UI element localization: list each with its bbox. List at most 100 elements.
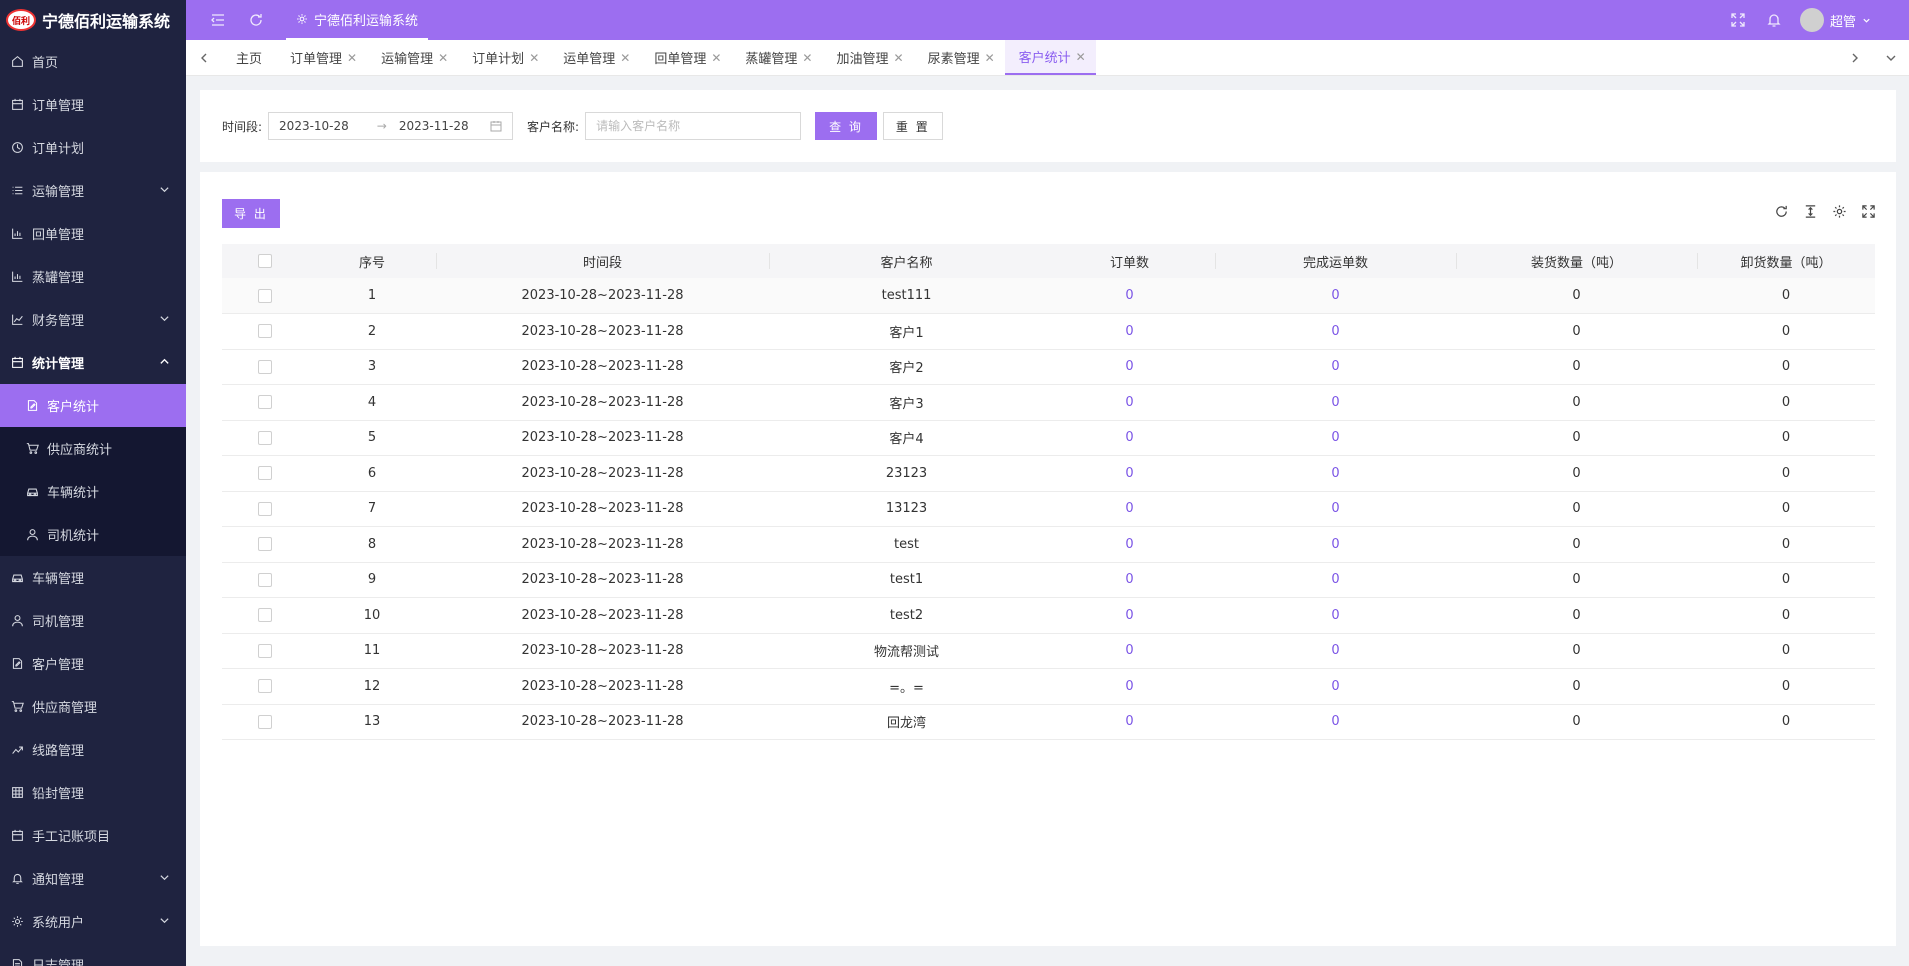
table-row[interactable]: 2 2023-10-28~2023-11-28 客户1 0 0 0 0 bbox=[222, 313, 1875, 350]
table-row[interactable]: 11 2023-10-28~2023-11-28 物流帮测试 0 0 0 0 bbox=[222, 633, 1875, 669]
table-row[interactable]: 6 2023-10-28~2023-11-28 23123 0 0 0 0 bbox=[222, 455, 1875, 492]
tab-5[interactable]: 回单管理 ✕ bbox=[640, 40, 731, 75]
close-icon[interactable]: ✕ bbox=[438, 51, 448, 65]
count-link[interactable]: 0 bbox=[1331, 608, 1339, 623]
bell-icon[interactable] bbox=[1764, 10, 1784, 30]
row-checkbox[interactable] bbox=[258, 608, 272, 623]
row-checkbox[interactable] bbox=[258, 466, 272, 481]
count-link[interactable]: 0 bbox=[1331, 572, 1339, 587]
row-checkbox[interactable] bbox=[258, 679, 272, 694]
tab-8[interactable]: 尿素管理 ✕ bbox=[914, 40, 1005, 75]
count-link[interactable]: 0 bbox=[1125, 430, 1133, 445]
count-link[interactable]: 0 bbox=[1125, 288, 1133, 303]
table-row[interactable]: 9 2023-10-28~2023-11-28 test1 0 0 0 0 bbox=[222, 562, 1875, 598]
sidebar-item-2[interactable]: 订单计划 bbox=[0, 126, 186, 169]
density-icon[interactable] bbox=[1803, 204, 1818, 219]
row-checkbox[interactable] bbox=[258, 643, 272, 658]
row-checkbox[interactable] bbox=[258, 288, 272, 303]
sidebar-item-3[interactable]: 运输管理 bbox=[0, 169, 186, 212]
table-row[interactable]: 8 2023-10-28~2023-11-28 test 0 0 0 0 bbox=[222, 526, 1875, 563]
sidebar-item-9[interactable]: 日志管理 bbox=[0, 943, 186, 966]
table-row[interactable]: 5 2023-10-28~2023-11-28 客户4 0 0 0 0 bbox=[222, 420, 1875, 456]
tabs-scroll-left-icon[interactable] bbox=[186, 40, 222, 75]
table-row[interactable]: 1 2023-10-28~2023-11-28 test111 0 0 0 0 bbox=[222, 278, 1875, 314]
submenu-item-3[interactable]: 司机统计 bbox=[0, 513, 186, 556]
count-link[interactable]: 0 bbox=[1331, 501, 1339, 516]
count-link[interactable]: 0 bbox=[1331, 537, 1339, 552]
count-link[interactable]: 0 bbox=[1125, 714, 1133, 729]
menu-fold-icon[interactable] bbox=[208, 10, 228, 30]
sidebar-item-5[interactable]: 蒸罐管理 bbox=[0, 255, 186, 298]
close-icon[interactable]: ✕ bbox=[985, 51, 995, 65]
table-row[interactable]: 12 2023-10-28~2023-11-28 =。= 0 0 0 0 bbox=[222, 668, 1875, 705]
row-checkbox[interactable] bbox=[258, 501, 272, 516]
reset-button[interactable]: 重 置 bbox=[882, 112, 943, 140]
settings-gear-icon[interactable] bbox=[1832, 204, 1847, 219]
submenu-item-1[interactable]: 供应商统计 bbox=[0, 427, 186, 470]
sidebar-item-3[interactable]: 供应商管理 bbox=[0, 685, 186, 728]
sidebar-item-7[interactable]: 通知管理 bbox=[0, 857, 186, 900]
sidebar-item-0[interactable]: 首页 bbox=[0, 40, 186, 83]
row-checkbox[interactable] bbox=[258, 572, 272, 587]
row-checkbox[interactable] bbox=[258, 395, 272, 410]
row-checkbox[interactable] bbox=[258, 359, 272, 374]
close-icon[interactable]: ✕ bbox=[894, 51, 904, 65]
sidebar-item-1[interactable]: 司机管理 bbox=[0, 599, 186, 642]
tab-2[interactable]: 运输管理 ✕ bbox=[367, 40, 458, 75]
close-icon[interactable]: ✕ bbox=[711, 51, 721, 65]
select-all-checkbox[interactable] bbox=[258, 254, 272, 268]
top-system-tab[interactable]: 宁德佰利运输系统 bbox=[286, 0, 429, 40]
count-link[interactable]: 0 bbox=[1331, 643, 1339, 658]
tabs-menu-chevron-down-icon[interactable] bbox=[1873, 40, 1909, 75]
sidebar-item-6[interactable]: 财务管理 bbox=[0, 298, 186, 341]
customer-name-input[interactable] bbox=[585, 112, 802, 140]
tab-6[interactable]: 蒸罐管理 ✕ bbox=[731, 40, 822, 75]
tab-9[interactable]: 客户统计 ✕ bbox=[1004, 40, 1096, 75]
row-checkbox[interactable] bbox=[258, 324, 272, 339]
sidebar-item-4[interactable]: 线路管理 bbox=[0, 728, 186, 771]
user-menu[interactable]: 超管 bbox=[1799, 8, 1871, 32]
close-icon[interactable]: ✕ bbox=[1076, 50, 1086, 64]
tab-1[interactable]: 订单管理 ✕ bbox=[276, 40, 367, 75]
sidebar-item-2[interactable]: 客户管理 bbox=[0, 642, 186, 685]
reload-icon[interactable] bbox=[1774, 204, 1789, 219]
count-link[interactable]: 0 bbox=[1331, 324, 1339, 339]
count-link[interactable]: 0 bbox=[1125, 466, 1133, 481]
tab-4[interactable]: 运单管理 ✕ bbox=[549, 40, 640, 75]
sidebar-item-8[interactable]: 系统用户 bbox=[0, 900, 186, 943]
count-link[interactable]: 0 bbox=[1331, 466, 1339, 481]
table-row[interactable]: 13 2023-10-28~2023-11-28 回龙湾 0 0 0 0 bbox=[222, 704, 1875, 740]
table-row[interactable]: 7 2023-10-28~2023-11-28 13123 0 0 0 0 bbox=[222, 491, 1875, 527]
query-button[interactable]: 查 询 bbox=[815, 112, 877, 140]
count-link[interactable]: 0 bbox=[1125, 679, 1133, 694]
sidebar-item-0[interactable]: 车辆管理 bbox=[0, 556, 186, 599]
row-checkbox[interactable] bbox=[258, 714, 272, 729]
count-link[interactable]: 0 bbox=[1125, 501, 1133, 516]
count-link[interactable]: 0 bbox=[1331, 288, 1339, 303]
date-range-picker[interactable]: 2023-10-28 → 2023-11-28 bbox=[268, 112, 514, 140]
export-button[interactable]: 导 出 bbox=[222, 199, 280, 228]
close-icon[interactable]: ✕ bbox=[802, 51, 812, 65]
tabs-scroll-right-icon[interactable] bbox=[1837, 40, 1873, 75]
table-row[interactable]: 10 2023-10-28~2023-11-28 test2 0 0 0 0 bbox=[222, 597, 1875, 634]
count-link[interactable]: 0 bbox=[1125, 643, 1133, 658]
submenu-item-2[interactable]: 车辆统计 bbox=[0, 470, 186, 513]
row-checkbox[interactable] bbox=[258, 537, 272, 552]
fullscreen-icon[interactable] bbox=[1861, 204, 1876, 219]
table-row[interactable]: 4 2023-10-28~2023-11-28 客户3 0 0 0 0 bbox=[222, 384, 1875, 421]
count-link[interactable]: 0 bbox=[1331, 714, 1339, 729]
tab-3[interactable]: 订单计划 ✕ bbox=[458, 40, 549, 75]
count-link[interactable]: 0 bbox=[1125, 395, 1133, 410]
close-icon[interactable]: ✕ bbox=[347, 51, 357, 65]
close-icon[interactable]: ✕ bbox=[620, 51, 630, 65]
sidebar-item-1[interactable]: 订单管理 bbox=[0, 83, 186, 126]
count-link[interactable]: 0 bbox=[1331, 395, 1339, 410]
count-link[interactable]: 0 bbox=[1125, 572, 1133, 587]
refresh-icon[interactable] bbox=[246, 10, 266, 30]
fullscreen-icon[interactable] bbox=[1728, 10, 1748, 30]
submenu-item-0[interactable]: 客户统计 bbox=[0, 384, 186, 427]
count-link[interactable]: 0 bbox=[1125, 608, 1133, 623]
sidebar-item-4[interactable]: 回单管理 bbox=[0, 212, 186, 255]
table-row[interactable]: 3 2023-10-28~2023-11-28 客户2 0 0 0 0 bbox=[222, 349, 1875, 385]
close-icon[interactable]: ✕ bbox=[529, 51, 539, 65]
